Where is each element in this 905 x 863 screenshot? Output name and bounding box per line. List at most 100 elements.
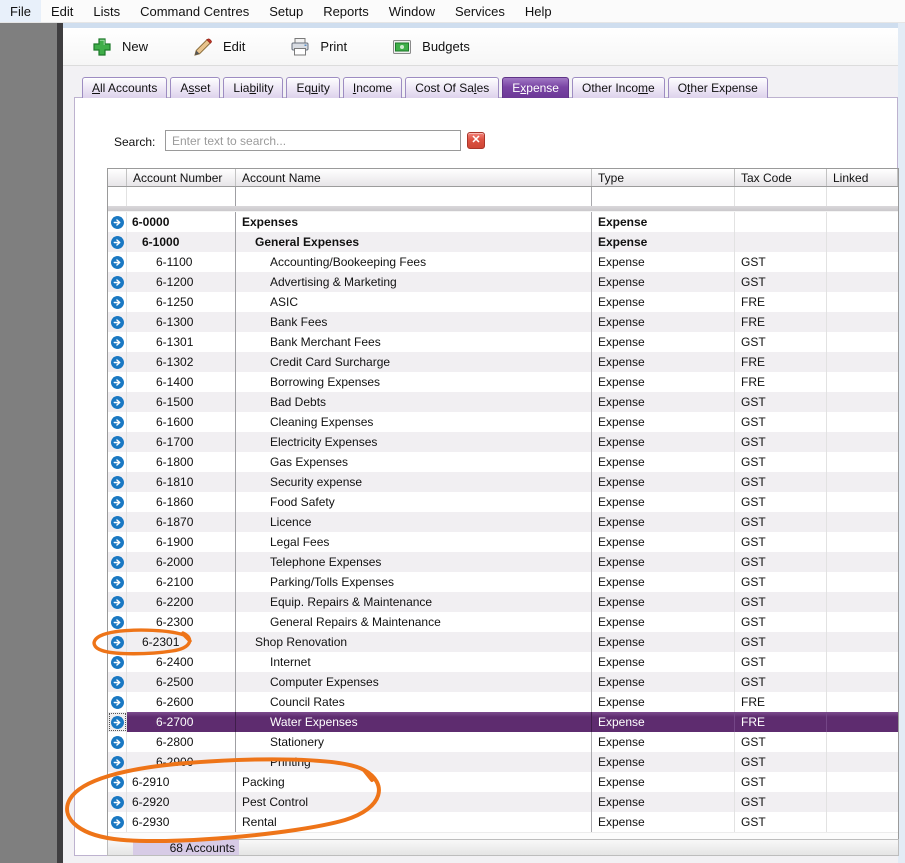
table-row-6-1700[interactable]: 6-1700Electricity ExpensesExpenseGST — [108, 432, 898, 452]
blue-circle-arrow-icon[interactable] — [110, 415, 125, 430]
table-row-6-1100[interactable]: 6-1100Accounting/Bookeeping FeesExpenseG… — [108, 252, 898, 272]
table-row-6-1400[interactable]: 6-1400Borrowing ExpensesExpenseFRE — [108, 372, 898, 392]
blue-circle-arrow-icon[interactable] — [110, 395, 125, 410]
blue-circle-arrow-icon[interactable] — [110, 695, 125, 710]
table-row-6-1860[interactable]: 6-1860Food SafetyExpenseGST — [108, 492, 898, 512]
table-row-6-1900[interactable]: 6-1900Legal FeesExpenseGST — [108, 532, 898, 552]
blue-circle-arrow-icon[interactable] — [110, 595, 125, 610]
new-button[interactable]: New — [87, 33, 152, 61]
row-icon-cell — [108, 452, 127, 472]
table-row-6-2300[interactable]: 6-2300General Repairs & MaintenanceExpen… — [108, 612, 898, 632]
tab-liability[interactable]: Liability — [223, 77, 283, 98]
blue-circle-arrow-icon[interactable] — [110, 675, 125, 690]
blue-circle-arrow-icon[interactable] — [110, 295, 125, 310]
table-row-6-2200[interactable]: 6-2200Equip. Repairs & MaintenanceExpens… — [108, 592, 898, 612]
table-row-6-1500[interactable]: 6-1500Bad DebtsExpenseGST — [108, 392, 898, 412]
blue-circle-arrow-icon[interactable] — [110, 715, 125, 730]
menu-item-file[interactable]: File — [0, 0, 41, 22]
table-row-6-1870[interactable]: 6-1870LicenceExpenseGST — [108, 512, 898, 532]
column-header-number[interactable]: Account Number — [127, 169, 236, 186]
table-row-6-2920[interactable]: 6-2920Pest ControlExpenseGST — [108, 792, 898, 812]
tab-expense[interactable]: Expense — [502, 77, 569, 98]
table-row-6-2500[interactable]: 6-2500Computer ExpensesExpenseGST — [108, 672, 898, 692]
column-header-icon[interactable] — [108, 169, 127, 186]
blue-circle-arrow-icon[interactable] — [110, 355, 125, 370]
menu-item-services[interactable]: Services — [445, 0, 515, 22]
tab-equity[interactable]: Equity — [286, 77, 339, 98]
linked-cell — [827, 292, 898, 312]
table-row-6-2910[interactable]: 6-2910PackingExpenseGST — [108, 772, 898, 792]
table-row-6-2301[interactable]: 6-2301Shop RenovationExpenseGST — [108, 632, 898, 652]
blue-circle-arrow-icon[interactable] — [110, 375, 125, 390]
edit-button[interactable]: Edit — [188, 33, 249, 61]
table-row-6-2600[interactable]: 6-2600Council RatesExpenseFRE — [108, 692, 898, 712]
table-row-6-1302[interactable]: 6-1302Credit Card SurchargeExpenseFRE — [108, 352, 898, 372]
account-name-cell: Cleaning Expenses — [236, 412, 592, 432]
table-row-6-0000[interactable]: 6-0000ExpensesExpense — [108, 212, 898, 232]
account-number-cell: 6-1400 — [127, 372, 236, 392]
blue-circle-arrow-icon[interactable] — [110, 495, 125, 510]
print-button[interactable]: Print — [285, 33, 351, 61]
menu-item-edit[interactable]: Edit — [41, 0, 83, 22]
tab-other-income[interactable]: Other Income — [572, 77, 665, 98]
table-row-6-1600[interactable]: 6-1600Cleaning ExpensesExpenseGST — [108, 412, 898, 432]
blue-circle-arrow-icon[interactable] — [110, 535, 125, 550]
search-input[interactable] — [165, 130, 461, 151]
column-header-linked[interactable]: Linked — [827, 169, 898, 186]
blue-circle-arrow-icon[interactable] — [110, 655, 125, 670]
blue-circle-arrow-icon[interactable] — [110, 215, 125, 230]
menu-item-command-centres[interactable]: Command Centres — [130, 0, 259, 22]
blue-circle-arrow-icon[interactable] — [110, 775, 125, 790]
tab-cost-of-sales[interactable]: Cost Of Sales — [405, 77, 499, 98]
blue-circle-arrow-icon[interactable] — [110, 755, 125, 770]
table-row-6-2700[interactable]: 6-2700Water ExpensesExpenseFRE — [108, 712, 898, 732]
blue-circle-arrow-icon[interactable] — [110, 315, 125, 330]
table-row-6-2400[interactable]: 6-2400InternetExpenseGST — [108, 652, 898, 672]
account-type-cell: Expense — [592, 772, 735, 792]
table-row-6-1250[interactable]: 6-1250ASICExpenseFRE — [108, 292, 898, 312]
table-row-6-1800[interactable]: 6-1800Gas ExpensesExpenseGST — [108, 452, 898, 472]
row-icon-cell — [108, 212, 127, 232]
blue-circle-arrow-icon[interactable] — [110, 795, 125, 810]
blue-circle-arrow-icon[interactable] — [110, 455, 125, 470]
table-row-6-1300[interactable]: 6-1300Bank FeesExpenseFRE — [108, 312, 898, 332]
column-header-name[interactable]: Account Name — [236, 169, 592, 186]
table-row-6-1301[interactable]: 6-1301Bank Merchant FeesExpenseGST — [108, 332, 898, 352]
table-row-6-1810[interactable]: 6-1810Security expenseExpenseGST — [108, 472, 898, 492]
table-row-6-2930[interactable]: 6-2930RentalExpenseGST — [108, 812, 898, 832]
menu-item-window[interactable]: Window — [379, 0, 445, 22]
menu-item-setup[interactable]: Setup — [259, 0, 313, 22]
blue-circle-arrow-icon[interactable] — [110, 435, 125, 450]
blue-circle-arrow-icon[interactable] — [110, 235, 125, 250]
blue-circle-arrow-icon[interactable] — [110, 335, 125, 350]
blue-circle-arrow-icon[interactable] — [110, 735, 125, 750]
table-row-6-2000[interactable]: 6-2000Telephone ExpensesExpenseGST — [108, 552, 898, 572]
tab-income[interactable]: Income — [343, 77, 402, 98]
column-header-type[interactable]: Type — [592, 169, 735, 186]
blue-circle-arrow-icon[interactable] — [110, 475, 125, 490]
tab-all-accounts[interactable]: All Accounts — [82, 77, 167, 98]
blue-circle-arrow-icon[interactable] — [110, 515, 125, 530]
blue-circle-arrow-icon[interactable] — [110, 815, 125, 830]
menu-item-lists[interactable]: Lists — [83, 0, 130, 22]
blue-circle-arrow-icon[interactable] — [110, 275, 125, 290]
blue-circle-arrow-icon[interactable] — [110, 575, 125, 590]
blue-circle-arrow-icon[interactable] — [110, 615, 125, 630]
table-row-6-2800[interactable]: 6-2800StationeryExpenseGST — [108, 732, 898, 752]
menu-item-help[interactable]: Help — [515, 0, 562, 22]
table-row-6-1200[interactable]: 6-1200Advertising & MarketingExpenseGST — [108, 272, 898, 292]
blue-circle-arrow-icon[interactable] — [110, 555, 125, 570]
blue-circle-arrow-icon[interactable] — [110, 635, 125, 650]
table-row-6-2100[interactable]: 6-2100Parking/Tolls ExpensesExpenseGST — [108, 572, 898, 592]
menu-item-reports[interactable]: Reports — [313, 0, 379, 22]
budgets-button[interactable]: Budgets — [387, 33, 474, 61]
tab-other-expense[interactable]: Other Expense — [668, 77, 768, 98]
table-row-6-1000[interactable]: 6-1000General ExpensesExpense — [108, 232, 898, 252]
linked-cell — [827, 732, 898, 752]
tab-asset[interactable]: Asset — [170, 77, 220, 98]
column-header-tax_code[interactable]: Tax Code — [735, 169, 827, 186]
clear-search-button[interactable]: ✕ — [467, 132, 485, 149]
table-row-6-2900[interactable]: 6-2900PrintingExpenseGST — [108, 752, 898, 772]
blue-circle-arrow-icon[interactable] — [110, 255, 125, 270]
tax-code-cell: GST — [735, 572, 827, 592]
